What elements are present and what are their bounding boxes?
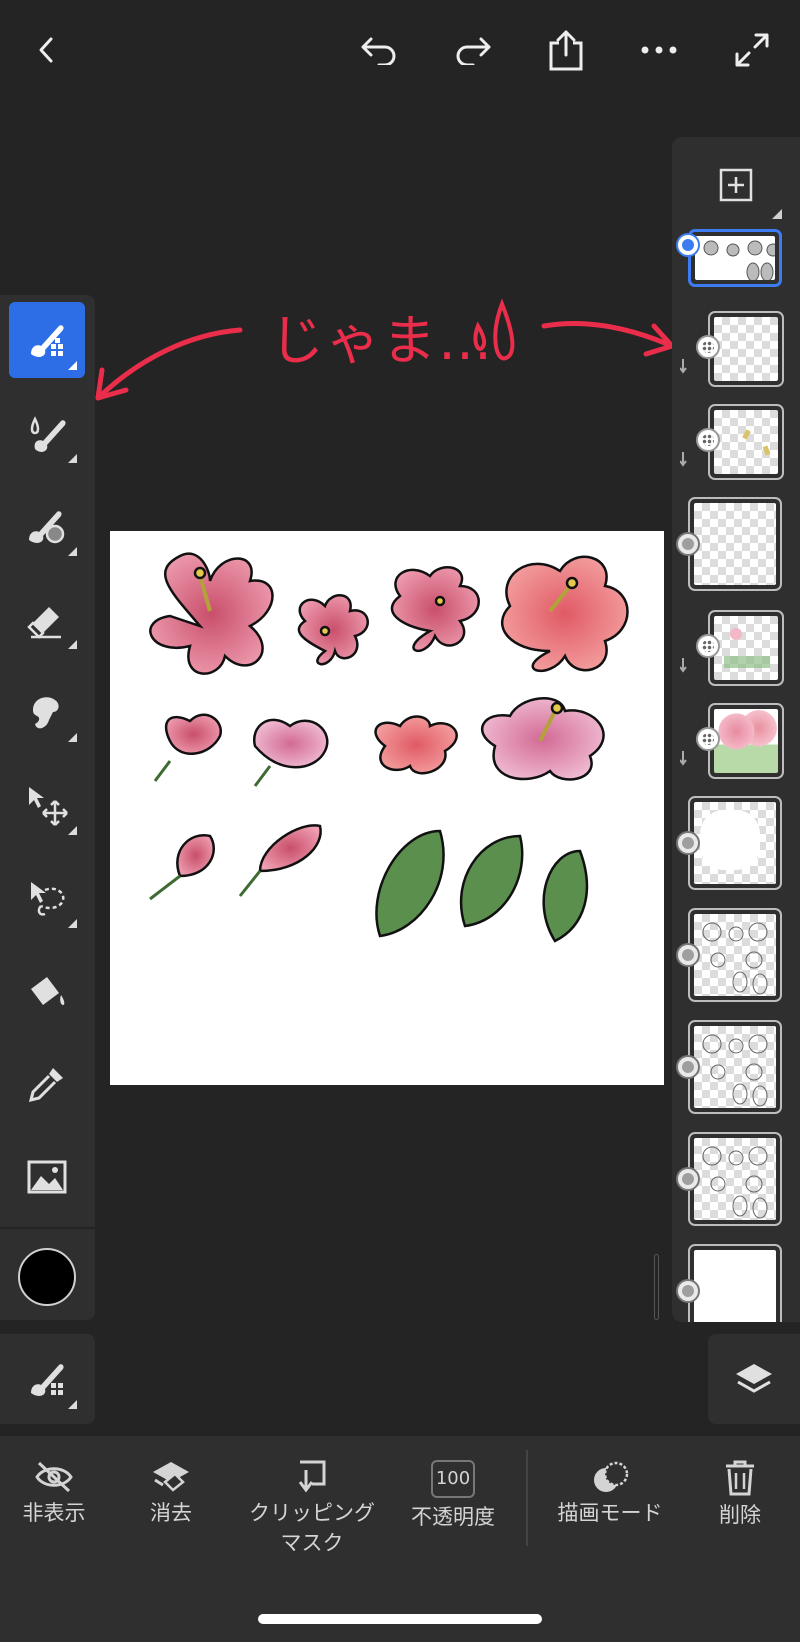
layer-item[interactable] (688, 497, 782, 591)
delete-layer-button[interactable]: 削除 (660, 1460, 800, 1530)
eye-slash-icon (35, 1461, 73, 1493)
watercolor-brush-icon (30, 416, 66, 452)
opacity-label: 不透明度 (411, 1505, 495, 1529)
layer-clipping-indicator[interactable] (696, 335, 720, 359)
layer-visibility-toggle[interactable] (676, 831, 700, 855)
layer-item[interactable] (688, 1132, 782, 1226)
share-button[interactable] (544, 26, 588, 74)
share-icon (549, 30, 583, 71)
transform-tool[interactable] (9, 767, 85, 843)
image-icon (27, 1160, 67, 1194)
left-toolbar (0, 295, 95, 1320)
layer-visibility-toggle[interactable] (676, 532, 700, 556)
brush-settings-button[interactable] (9, 1341, 85, 1417)
trash-icon (726, 1460, 754, 1496)
layer-visibility-toggle[interactable] (676, 233, 700, 257)
annotation-drops (473, 298, 515, 361)
clear-layer-button[interactable]: 消去 (91, 1460, 251, 1528)
clear-label: 消去 (150, 1501, 192, 1525)
lasso-select-tool[interactable] (9, 860, 85, 936)
layer-visibility-toggle[interactable] (676, 1279, 700, 1303)
clip-arrow-icon (680, 658, 687, 673)
clipping-mask-button[interactable]: クリッピング マスク (232, 1460, 392, 1558)
hibiscus-flower (149, 552, 274, 675)
pixel-brush-tool[interactable] (9, 302, 85, 378)
layers-button[interactable] (728, 1354, 780, 1406)
action-bar-divider (526, 1450, 528, 1546)
eraser-tool[interactable] (9, 581, 85, 657)
redo-button[interactable] (448, 28, 498, 72)
hide-label: 非表示 (22, 1501, 86, 1525)
toolbar-divider (0, 1227, 95, 1229)
more-icon (641, 46, 677, 54)
more-button[interactable] (636, 30, 682, 70)
expand-icon (735, 33, 769, 67)
pixel-brush-icon (31, 325, 64, 357)
eyedropper-icon (28, 1068, 63, 1103)
transform-icon (29, 787, 68, 826)
smudge-icon (33, 697, 59, 729)
home-indicator[interactable] (258, 1614, 542, 1624)
lasso-icon (31, 882, 65, 916)
clipping-label: クリッピング マスク (249, 1501, 375, 1555)
clip-arrow-icon (680, 751, 687, 766)
layers-icon (736, 1364, 772, 1393)
pixel-brush-icon (31, 1364, 64, 1396)
layer-item[interactable] (688, 1244, 782, 1322)
watercolor-brush-tool[interactable] (9, 395, 85, 471)
layer-item[interactable] (688, 908, 782, 1002)
blend-mode-icon (594, 1461, 629, 1492)
plus-square-icon (719, 168, 753, 202)
fill-tool[interactable] (9, 953, 85, 1029)
chevron-left-icon (39, 37, 53, 63)
annotation-arrow-left (95, 327, 243, 401)
add-layer-button[interactable] (712, 161, 760, 209)
opacity-button[interactable]: 100 不透明度 (373, 1460, 533, 1532)
artwork-canvas[interactable] (110, 531, 664, 1085)
layers-panel (672, 137, 800, 1322)
eraser-icon (27, 607, 61, 639)
layers-toggle-panel (708, 1334, 800, 1424)
undo-icon (361, 37, 396, 65)
annotation-text: じゃま… (270, 309, 494, 372)
layer-item[interactable] (688, 796, 782, 890)
layer-menu-corner[interactable] (772, 209, 782, 219)
layer-clipping-indicator[interactable] (696, 634, 720, 658)
layer-action-bar: 非表示 消去 クリッピング マスク 100 不透明度 描画モード 削除 (0, 1436, 800, 1642)
undo-button[interactable] (354, 28, 404, 72)
clear-layer-icon (153, 1462, 189, 1492)
layer-visibility-toggle[interactable] (676, 1167, 700, 1191)
annotation-arrow-right (541, 321, 675, 357)
canvas-artwork (149, 552, 629, 943)
layer-item[interactable] (688, 229, 782, 287)
back-button[interactable] (28, 30, 64, 70)
fullscreen-button[interactable] (730, 28, 774, 72)
color-swatch[interactable] (18, 1248, 76, 1306)
layer-clipping-indicator[interactable] (696, 727, 720, 751)
layer-visibility-toggle[interactable] (676, 943, 700, 967)
opacity-value-box: 100 (431, 1460, 475, 1498)
brush-settings-panel (0, 1334, 95, 1424)
blend-brush-tool[interactable] (9, 488, 85, 564)
layer-item[interactable] (688, 1020, 782, 1114)
smudge-tool[interactable] (9, 674, 85, 750)
paint-bucket-icon (31, 977, 65, 1005)
clip-arrow-icon (680, 452, 687, 467)
clipping-mask-icon (298, 1460, 326, 1493)
layer-clipping-indicator[interactable] (696, 428, 720, 452)
eyedropper-tool[interactable] (9, 1046, 85, 1122)
image-tool[interactable] (9, 1139, 85, 1215)
layer-visibility-toggle[interactable] (676, 1055, 700, 1079)
clip-arrow-icon (680, 359, 687, 374)
redo-icon (456, 37, 491, 65)
delete-label: 削除 (719, 1503, 761, 1527)
blend-brush-icon (29, 511, 65, 544)
layers-scrollbar[interactable] (654, 1254, 659, 1320)
blend-mode-label: 描画モード (557, 1501, 663, 1525)
